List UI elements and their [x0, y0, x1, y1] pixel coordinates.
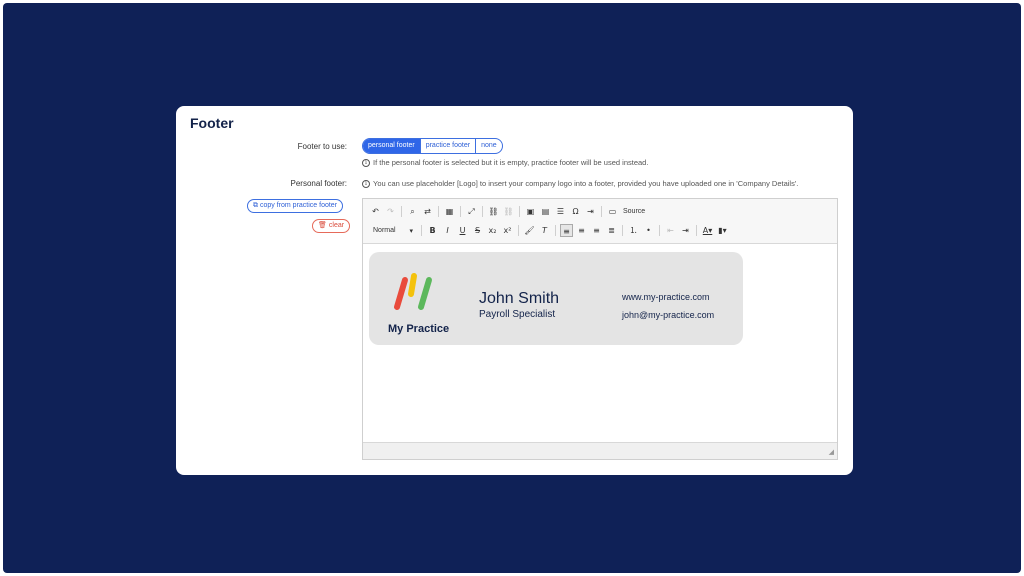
- option-none[interactable]: none: [475, 139, 502, 153]
- toolbar-row-2: Normal ▾ B I U S x₂ x² 🖌 T ≡ ≡ ≡ ≣ ⒈ • ⇤…: [369, 221, 831, 240]
- superscript-icon[interactable]: x²: [501, 224, 514, 237]
- align-center-icon[interactable]: ≡: [575, 224, 588, 237]
- footer-choice-segmented-control: personal footer practice footer none: [362, 138, 503, 154]
- signature-name: John Smith: [479, 290, 560, 307]
- editor-statusbar: ◢: [363, 442, 837, 459]
- numbered-list-icon[interactable]: ⒈: [627, 224, 640, 237]
- signature-role: Payroll Specialist: [479, 309, 556, 320]
- bulleted-list-icon[interactable]: •: [642, 224, 655, 237]
- italic-icon[interactable]: I: [441, 224, 454, 237]
- card-title: Footer: [190, 115, 234, 131]
- logo-text: My Practice: [388, 323, 450, 335]
- editor-content-area[interactable]: My Practice John Smith Payroll Specialis…: [363, 244, 837, 442]
- text-color-icon[interactable]: A▾: [701, 224, 714, 237]
- bg-color-icon[interactable]: ▮▾: [716, 224, 729, 237]
- chevron-down-icon: ▾: [409, 227, 413, 235]
- outdent-icon[interactable]: ⇤: [664, 224, 677, 237]
- footer-settings-card: Footer Footer to use: personal footer pr…: [176, 106, 853, 475]
- footer-to-use-hint-text: If the personal footer is selected but i…: [373, 158, 649, 167]
- format-dropdown[interactable]: Normal ▾: [369, 227, 417, 235]
- footer-to-use-label: Footer to use:: [297, 142, 347, 151]
- align-left-icon[interactable]: ≡: [560, 224, 573, 237]
- copy-from-practice-footer-button[interactable]: ⧉ copy from practice footer: [247, 199, 344, 213]
- toolbar-row-1: ↶ ↷ ⌕ ⇄ ▦ ⤢ ⛓ ⛓ ▣ ▤ ☰ Ω ⇥ ▭ Source: [369, 202, 831, 221]
- footer-to-use-hint: i If the personal footer is selected but…: [362, 158, 648, 167]
- remove-format-icon[interactable]: T: [538, 224, 551, 237]
- source-icon[interactable]: ▭: [606, 205, 619, 218]
- replace-icon[interactable]: ⇄: [421, 205, 434, 218]
- practice-logo-icon: [394, 273, 432, 310]
- resize-handle-icon[interactable]: ◢: [829, 448, 834, 456]
- trash-icon: 🗑: [318, 222, 327, 229]
- undo-icon[interactable]: ↶: [369, 205, 382, 218]
- bold-icon[interactable]: B: [426, 224, 439, 237]
- link-icon[interactable]: ⛓: [487, 205, 500, 218]
- signature-block: My Practice John Smith Payroll Specialis…: [369, 252, 743, 345]
- info-icon: i: [362, 158, 370, 167]
- indent-icon[interactable]: ⇥: [679, 224, 692, 237]
- editor-toolbar: ↶ ↷ ⌕ ⇄ ▦ ⤢ ⛓ ⛓ ▣ ▤ ☰ Ω ⇥ ▭ Source Norma…: [363, 199, 837, 244]
- copy-icon: ⧉: [253, 202, 258, 209]
- copy-format-icon[interactable]: 🖌: [523, 224, 536, 237]
- personal-footer-hint: i You can use placeholder [Logo] to inse…: [362, 179, 798, 188]
- personal-footer-label: Personal footer:: [290, 179, 347, 188]
- horizontal-rule-icon[interactable]: ☰: [554, 205, 567, 218]
- image-icon[interactable]: ▣: [524, 205, 537, 218]
- option-personal-footer[interactable]: personal footer: [363, 139, 420, 153]
- show-blocks-icon[interactable]: ⇥: [584, 205, 597, 218]
- strike-icon[interactable]: S: [471, 224, 484, 237]
- underline-icon[interactable]: U: [456, 224, 469, 237]
- select-all-icon[interactable]: ▦: [443, 205, 456, 218]
- unlink-icon[interactable]: ⛓: [502, 205, 515, 218]
- background-frame: Footer Footer to use: personal footer pr…: [3, 3, 1021, 573]
- info-icon: i: [362, 179, 370, 188]
- source-button-label[interactable]: Source: [621, 208, 647, 215]
- copy-button-label: copy from practice footer: [260, 202, 338, 209]
- special-char-icon[interactable]: Ω: [569, 205, 582, 218]
- format-value: Normal: [373, 226, 396, 234]
- table-icon[interactable]: ▤: [539, 205, 552, 218]
- signature-email: john@my-practice.com: [622, 310, 715, 320]
- clear-button-label: clear: [328, 222, 345, 229]
- subscript-icon[interactable]: x₂: [486, 224, 499, 237]
- align-right-icon[interactable]: ≡: [590, 224, 603, 237]
- option-practice-footer[interactable]: practice footer: [419, 139, 475, 153]
- personal-footer-hint-text: You can use placeholder [Logo] to insert…: [373, 179, 799, 188]
- clear-button[interactable]: 🗑 clear: [312, 219, 351, 233]
- signature-website: www.my-practice.com: [622, 292, 710, 302]
- maximize-icon[interactable]: ⤢: [465, 205, 478, 218]
- justify-icon[interactable]: ≣: [605, 224, 618, 237]
- rich-text-editor: ↶ ↷ ⌕ ⇄ ▦ ⤢ ⛓ ⛓ ▣ ▤ ☰ Ω ⇥ ▭ Source Norma…: [362, 198, 838, 460]
- find-icon[interactable]: ⌕: [406, 205, 419, 218]
- redo-icon[interactable]: ↷: [384, 205, 397, 218]
